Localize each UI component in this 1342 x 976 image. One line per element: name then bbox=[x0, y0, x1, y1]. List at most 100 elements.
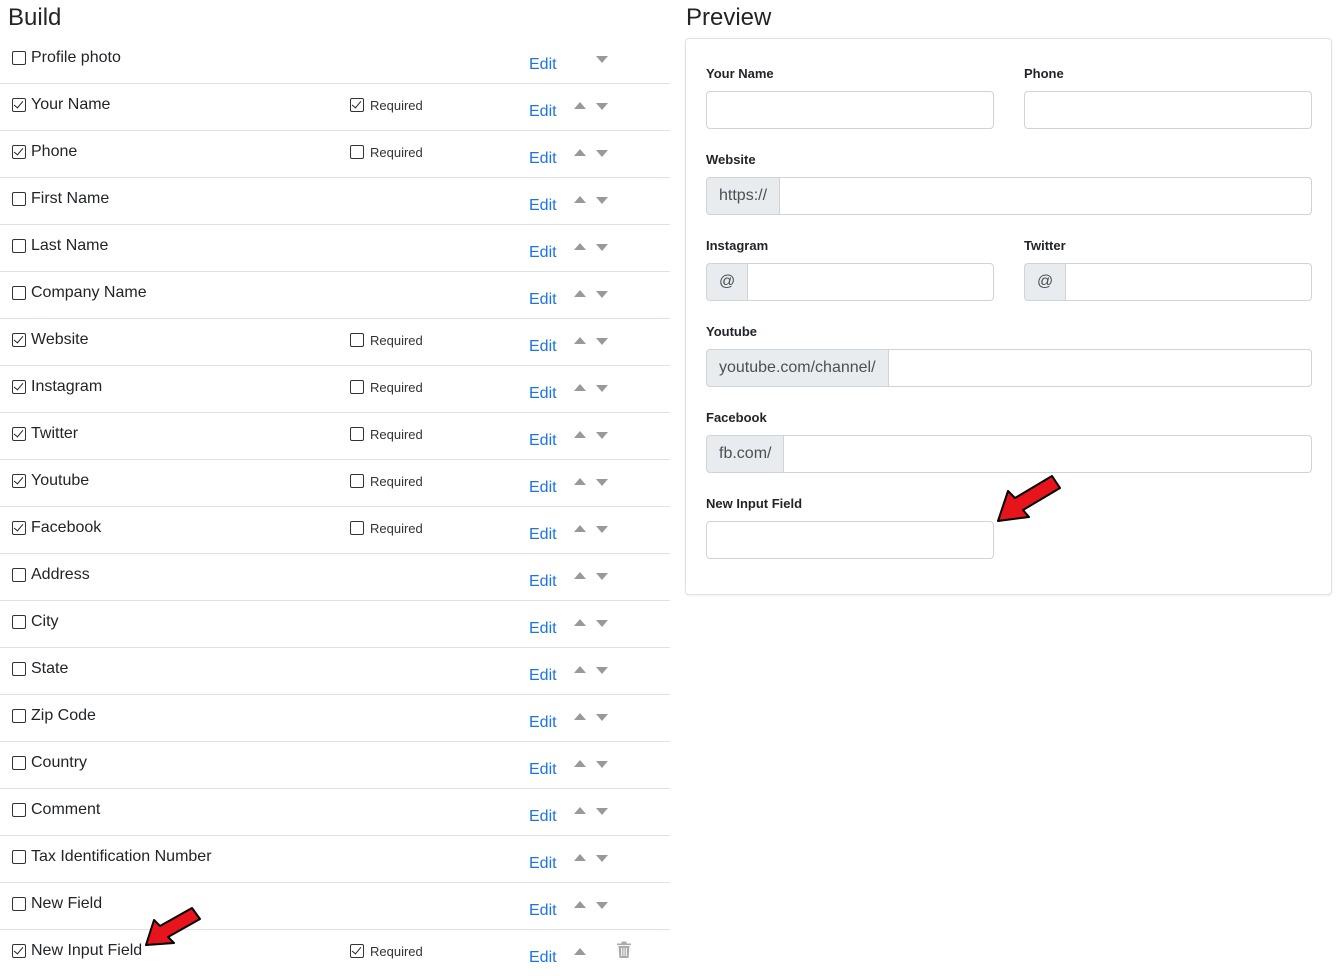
required-checkbox[interactable] bbox=[350, 944, 364, 958]
trash-icon[interactable] bbox=[616, 941, 632, 959]
move-down-icon[interactable] bbox=[596, 761, 608, 768]
edit-link[interactable]: Edit bbox=[529, 244, 557, 262]
facebook-input[interactable] bbox=[783, 435, 1312, 473]
move-up-icon[interactable] bbox=[574, 478, 586, 485]
field-enabled-checkbox[interactable] bbox=[12, 51, 26, 65]
move-up-icon[interactable] bbox=[574, 948, 586, 955]
move-down-icon[interactable] bbox=[596, 714, 608, 721]
field-enabled-checkbox[interactable] bbox=[12, 944, 26, 958]
field-enabled-checkbox[interactable] bbox=[12, 145, 26, 159]
move-up-icon[interactable] bbox=[574, 901, 586, 908]
move-down-icon[interactable] bbox=[596, 291, 608, 298]
youtube-input[interactable] bbox=[887, 349, 1312, 387]
website-input[interactable] bbox=[779, 177, 1312, 215]
move-down-icon[interactable] bbox=[596, 338, 608, 345]
field-enabled-checkbox[interactable] bbox=[12, 427, 26, 441]
required-checkbox[interactable] bbox=[350, 98, 364, 112]
edit-link[interactable]: Edit bbox=[529, 526, 557, 544]
move-down-icon[interactable] bbox=[596, 197, 608, 204]
edit-link[interactable]: Edit bbox=[529, 949, 557, 967]
move-up-icon[interactable] bbox=[574, 760, 586, 767]
twitter-input[interactable] bbox=[1065, 263, 1312, 301]
move-up-icon[interactable] bbox=[574, 384, 586, 391]
field-enabled-checkbox[interactable] bbox=[12, 850, 26, 864]
field-enabled-checkbox[interactable] bbox=[12, 98, 26, 112]
instagram-label: Instagram bbox=[706, 238, 769, 253]
field-row: New Input Field Required Edit bbox=[0, 930, 670, 976]
move-up-icon[interactable] bbox=[574, 619, 586, 626]
edit-link[interactable]: Edit bbox=[529, 667, 557, 685]
move-down-icon[interactable] bbox=[596, 573, 608, 580]
move-up-icon[interactable] bbox=[574, 243, 586, 250]
move-down-icon[interactable] bbox=[596, 56, 608, 63]
edit-link[interactable]: Edit bbox=[529, 808, 557, 826]
field-enabled-checkbox[interactable] bbox=[12, 333, 26, 347]
edit-link[interactable]: Edit bbox=[529, 573, 557, 591]
move-down-icon[interactable] bbox=[596, 479, 608, 486]
move-up-icon[interactable] bbox=[574, 196, 586, 203]
edit-link[interactable]: Edit bbox=[529, 385, 557, 403]
edit-link[interactable]: Edit bbox=[529, 902, 557, 920]
move-down-icon[interactable] bbox=[596, 385, 608, 392]
edit-link[interactable]: Edit bbox=[529, 620, 557, 638]
move-up-icon[interactable] bbox=[574, 290, 586, 297]
field-enabled-checkbox[interactable] bbox=[12, 897, 26, 911]
field-enabled-checkbox[interactable] bbox=[12, 286, 26, 300]
edit-link[interactable]: Edit bbox=[529, 338, 557, 356]
move-up-icon[interactable] bbox=[574, 525, 586, 532]
move-down-icon[interactable] bbox=[596, 808, 608, 815]
edit-link[interactable]: Edit bbox=[529, 714, 557, 732]
field-enabled-checkbox[interactable] bbox=[12, 615, 26, 629]
field-enabled-checkbox[interactable] bbox=[12, 662, 26, 676]
required-checkbox[interactable] bbox=[350, 380, 364, 394]
field-row: Your Name Required Edit bbox=[0, 84, 670, 131]
edit-link[interactable]: Edit bbox=[529, 103, 557, 121]
phone-input[interactable] bbox=[1024, 91, 1312, 129]
move-down-icon[interactable] bbox=[596, 855, 608, 862]
move-up-icon[interactable] bbox=[574, 102, 586, 109]
move-down-icon[interactable] bbox=[596, 620, 608, 627]
edit-link[interactable]: Edit bbox=[529, 197, 557, 215]
edit-link[interactable]: Edit bbox=[529, 291, 557, 309]
move-down-icon[interactable] bbox=[596, 103, 608, 110]
move-up-icon[interactable] bbox=[574, 149, 586, 156]
required-checkbox[interactable] bbox=[350, 333, 364, 347]
move-down-icon[interactable] bbox=[596, 526, 608, 533]
move-up-icon[interactable] bbox=[574, 713, 586, 720]
move-down-icon[interactable] bbox=[596, 432, 608, 439]
edit-link[interactable]: Edit bbox=[529, 479, 557, 497]
required-checkbox[interactable] bbox=[350, 427, 364, 441]
move-up-icon[interactable] bbox=[574, 854, 586, 861]
move-down-icon[interactable] bbox=[596, 150, 608, 157]
move-down-icon[interactable] bbox=[596, 244, 608, 251]
field-enabled-checkbox[interactable] bbox=[12, 474, 26, 488]
field-enabled-checkbox[interactable] bbox=[12, 239, 26, 253]
field-enabled-checkbox[interactable] bbox=[12, 380, 26, 394]
field-enabled-checkbox[interactable] bbox=[12, 803, 26, 817]
field-enabled-checkbox[interactable] bbox=[12, 521, 26, 535]
required-checkbox[interactable] bbox=[350, 474, 364, 488]
instagram-input[interactable] bbox=[747, 263, 994, 301]
field-enabled-checkbox[interactable] bbox=[12, 756, 26, 770]
move-down-icon[interactable] bbox=[596, 667, 608, 674]
your-name-input[interactable] bbox=[706, 91, 994, 129]
edit-link[interactable]: Edit bbox=[529, 855, 557, 873]
edit-link[interactable]: Edit bbox=[529, 150, 557, 168]
edit-link[interactable]: Edit bbox=[529, 761, 557, 779]
move-up-icon[interactable] bbox=[574, 807, 586, 814]
preview-card: Your Name Phone Website https:// Instagr… bbox=[685, 38, 1332, 595]
move-up-icon[interactable] bbox=[574, 666, 586, 673]
move-up-icon[interactable] bbox=[574, 572, 586, 579]
move-up-icon[interactable] bbox=[574, 431, 586, 438]
move-up-icon[interactable] bbox=[574, 337, 586, 344]
required-checkbox[interactable] bbox=[350, 521, 364, 535]
field-enabled-checkbox[interactable] bbox=[12, 709, 26, 723]
edit-link[interactable]: Edit bbox=[529, 56, 557, 74]
field-enabled-checkbox[interactable] bbox=[12, 192, 26, 206]
required-checkbox[interactable] bbox=[350, 145, 364, 159]
new-input-field-input[interactable] bbox=[706, 521, 994, 559]
move-down-icon[interactable] bbox=[596, 902, 608, 909]
field-enabled-checkbox[interactable] bbox=[12, 568, 26, 582]
edit-link[interactable]: Edit bbox=[529, 432, 557, 450]
build-panel: Build Profile photo Edit Your Name Required… bbox=[0, 0, 670, 968]
